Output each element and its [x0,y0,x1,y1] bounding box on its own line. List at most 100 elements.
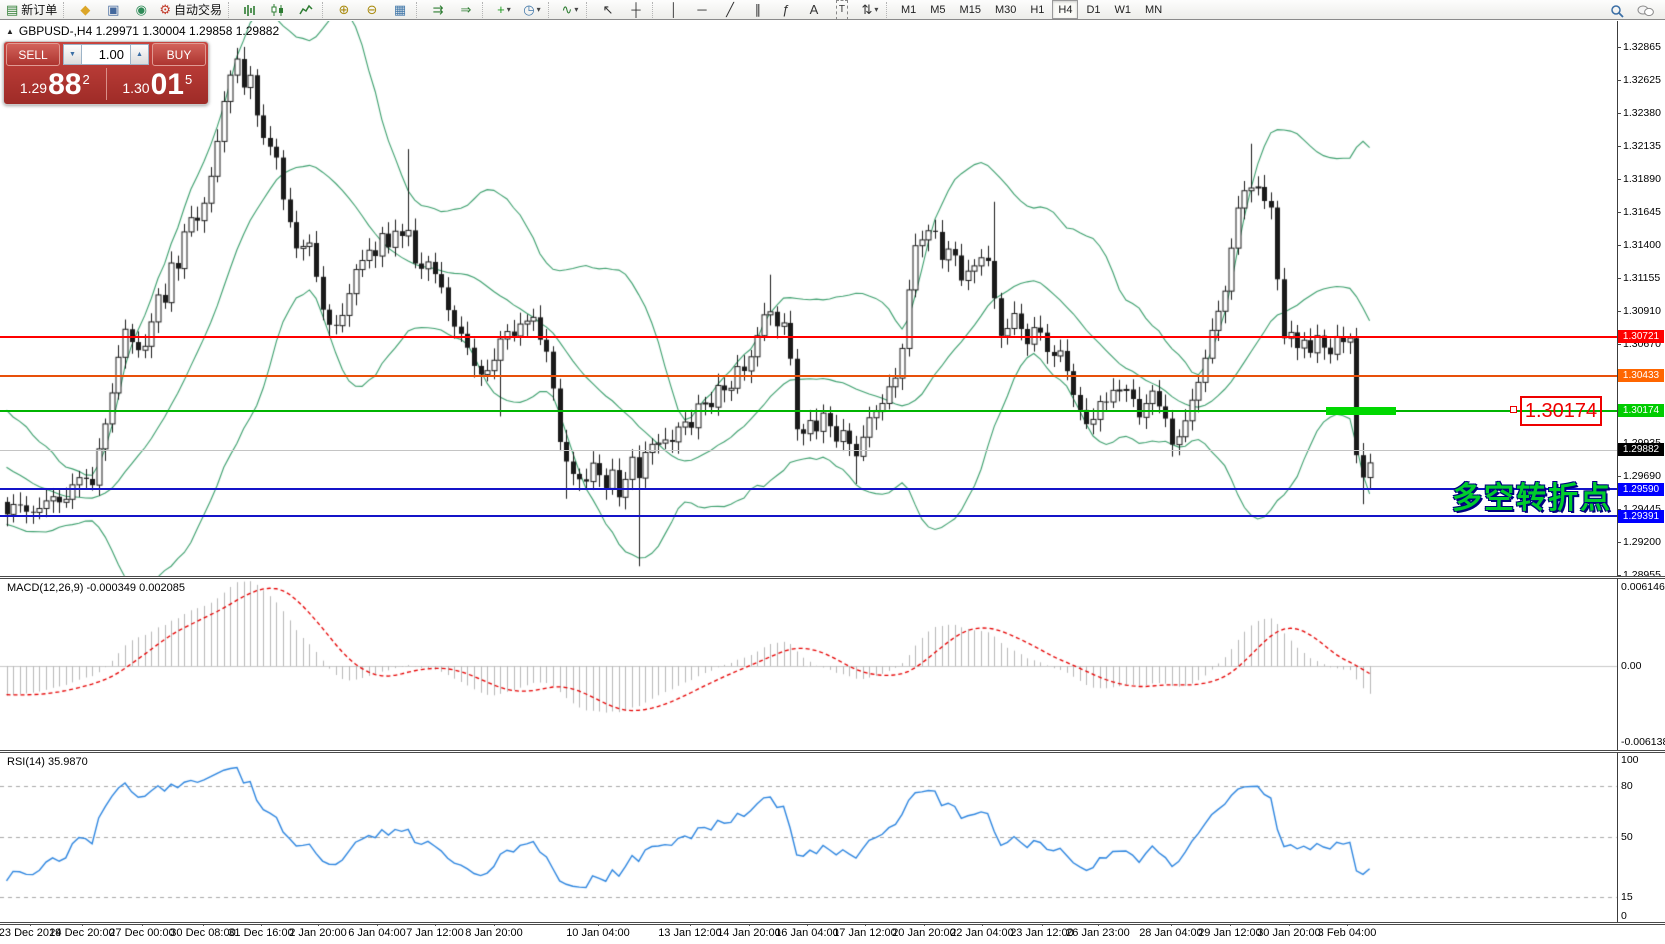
line-chart-button[interactable] [293,0,319,20]
macd-axis-zero: 0.00 [1621,660,1641,672]
price-tick-1.32865: 1.32865 [1623,41,1661,53]
toolbar: ▤新订单◆▣◉⚙自动交易⊕⊖▦⇉⇒+▾◷▾∿▾↖┼│─╱∥ƒAT⇅▾M1M5M1… [0,0,1665,20]
globe-icon: ◉ [136,1,147,19]
toolbar-separator [652,2,658,18]
rsi-axis-80: 80 [1621,780,1633,792]
autotrading-button[interactable]: ⚙自动交易 [156,0,225,20]
autoscroll-icon: ⇉ [433,1,444,19]
separator-main-macd[interactable] [0,576,1665,579]
buy-button[interactable]: BUY [152,43,206,66]
horizontal-line-button[interactable]: ─ [689,0,715,20]
sell-price-display[interactable]: 1.29 88 2 [4,66,106,102]
vertical-line-button[interactable]: │ [661,0,687,20]
box-yellow-icon: ◆ [80,1,90,19]
price-badge-1.30174: 1.30174 [1618,404,1664,417]
price-tick-1.32135: 1.32135 [1623,140,1661,152]
indicators-button[interactable]: ∿▾ [557,0,583,20]
support-line-129391[interactable] [0,515,1617,517]
chart-window: ▲ GBPUSD-,H4 1.29971 1.30004 1.29858 1.2… [0,21,1665,944]
zoom-out-icon: ⊖ [367,1,378,19]
trendline-button[interactable]: ╱ [717,0,743,20]
separator-macd-rsi[interactable] [0,750,1665,753]
callout-anchor-square[interactable] [1510,406,1517,413]
auto-scroll-button[interactable]: ⇉ [425,0,451,20]
bar-chart-button[interactable] [237,0,263,20]
autotrading-button-label: 自动交易 [174,1,222,19]
zoom-out-button[interactable]: ⊖ [359,0,385,20]
search-icon[interactable] [1604,1,1630,21]
fibo-icon: ƒ [782,1,789,19]
timeframe-button-m5[interactable]: M5 [924,0,951,19]
chart-shift-button[interactable]: ⇒ [453,0,479,20]
data-window-icon[interactable]: ▣ [100,0,126,20]
highlight-green-bar[interactable] [1326,407,1396,415]
price-tick-1.31400: 1.31400 [1623,239,1661,251]
price-callout-box[interactable]: 1.30174 [1520,396,1602,426]
timeframe-button-m15[interactable]: M15 [954,0,987,19]
volume-increase-button[interactable]: ▲ [130,44,149,65]
text-button[interactable]: A [801,0,827,20]
timeframe-button-h1[interactable]: H1 [1024,0,1050,19]
volume-decrease-button[interactable]: ▼ [63,44,82,65]
tiles-icon: ▦ [394,1,406,19]
timeframe-button-mn[interactable]: MN [1139,0,1168,19]
new-chart-button[interactable]: +▾ [491,0,517,20]
support-line-129590[interactable] [0,488,1617,490]
date-label-18: 28 Jan 04:00 [1139,927,1203,939]
price-tick-mark [1617,542,1621,543]
crosshair-button[interactable]: ┼ [623,0,649,20]
monitor-icon: ▣ [107,1,119,19]
date-label-8: 8 Jan 20:00 [465,927,523,939]
arrows-button[interactable]: ⇅▾ [857,0,883,20]
profiles-icon[interactable]: ◆ [72,0,98,20]
text-label-button[interactable]: T [829,0,855,20]
resistance-line-130721[interactable] [0,336,1617,338]
crosshair-icon: ┼ [631,1,640,19]
date-label-14: 20 Jan 20:00 [892,927,956,939]
timeframe-button-w1[interactable]: W1 [1109,0,1138,19]
rsi-axis-15: 15 [1621,891,1633,903]
zoom-in-button[interactable]: ⊕ [331,0,357,20]
periods-button[interactable]: ◷▾ [519,0,545,20]
date-label-9: 10 Jan 04:00 [566,927,630,939]
market-watch-icon[interactable]: ◉ [128,0,154,20]
macd-axis-min: -0.006138 [1621,736,1665,748]
symbol-ohlc-text: GBPUSD-,H4 1.29971 1.30004 1.29858 1.298… [19,24,279,38]
cursor-button[interactable]: ↖ [595,0,621,20]
sell-button[interactable]: SELL [6,43,60,66]
candlestick-chart-button[interactable] [265,0,291,20]
date-label-21: 3 Feb 04:00 [1318,927,1377,939]
price-tick-mark [1617,311,1621,312]
toolbar-separator [586,2,592,18]
sell-price-pips: 88 [48,71,81,99]
date-label-5: 2 Jan 20:00 [289,927,347,939]
new-order-button[interactable]: ▤新订单 [3,0,60,20]
date-label-7: 7 Jan 12:00 [406,927,464,939]
timeframe-button-m30[interactable]: M30 [989,0,1022,19]
price-badge-1.30721: 1.30721 [1618,330,1664,343]
collapse-trade-panel-icon[interactable]: ▲ [6,27,14,36]
chevron-down-icon: ▾ [874,1,878,19]
buy-price-display[interactable]: 1.30 01 5 [107,66,209,102]
price-tick-mark [1617,476,1621,477]
timeframe-button-h4[interactable]: H4 [1052,0,1078,19]
separator-rsi-dates[interactable] [0,922,1665,925]
resistance-line-130433[interactable] [0,375,1617,377]
chart-canvas[interactable] [0,21,1665,944]
rsi-axis-0: 0 [1621,910,1627,922]
trend-icon: ╱ [726,1,734,19]
arrows-icon: ⇅ [862,1,873,19]
timeframe-button-m1[interactable]: M1 [895,0,922,19]
fibonacci-button[interactable]: ƒ [773,0,799,20]
timeframe-button-d1[interactable]: D1 [1080,0,1106,19]
equidistant-channel-button[interactable]: ∥ [745,0,771,20]
volume-input[interactable]: 1.00 [82,44,130,65]
rsi-axis-50: 50 [1621,831,1633,843]
chat-icon[interactable] [1632,1,1658,21]
rsi-label: RSI(14) 35.9870 [7,756,88,768]
price-tick-1.32625: 1.32625 [1623,74,1661,86]
tile-windows-button[interactable]: ▦ [387,0,413,20]
date-label-11: 14 Jan 20:00 [717,927,781,939]
price-tick-mark [1617,278,1621,279]
chinese-annotation[interactable]: 多空转折点 [1452,473,1612,517]
